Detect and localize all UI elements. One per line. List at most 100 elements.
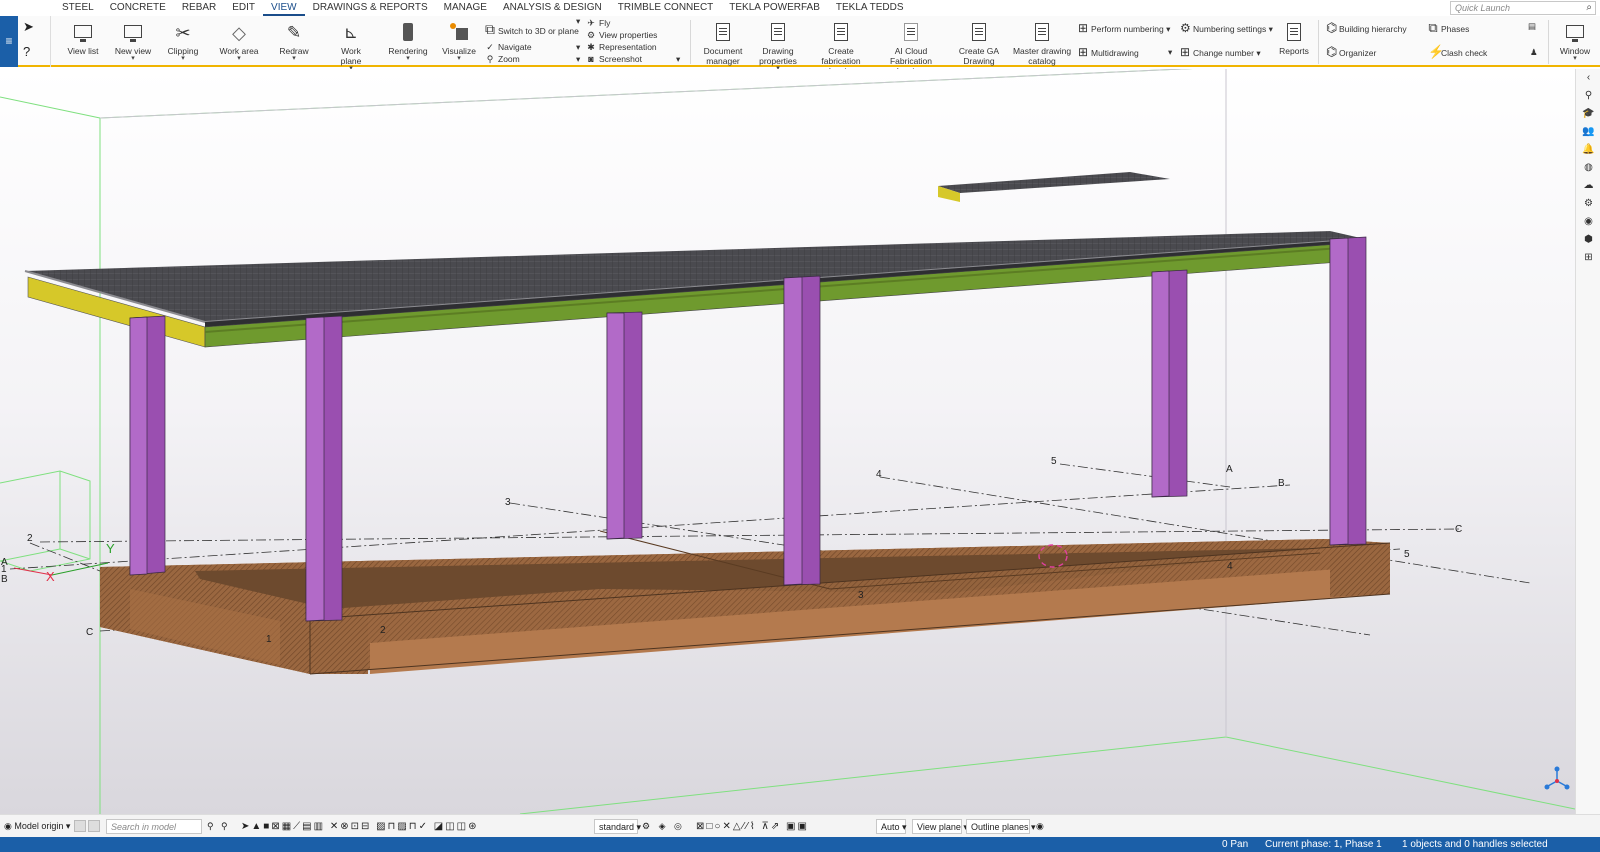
plane-auto-select[interactable]: Auto ▾ (876, 819, 907, 834)
reports-button[interactable]: Reports (1278, 16, 1310, 67)
toolbar-toggle-1[interactable] (74, 820, 86, 832)
perform-numbering-label: Perform numbering (1091, 24, 1164, 34)
model-origin-select[interactable]: ◉ Model origin ▾ (4, 819, 70, 834)
status-bar: 0 Pan Current phase: 1, Phase 1 1 object… (0, 837, 1600, 852)
notification-bell-icon[interactable]: 🔔 (1576, 141, 1600, 159)
model-viewport[interactable]: 3 4 5 A B C 1 2 3 4 5 2 A 1 B C Y X (0, 69, 1575, 814)
create-ga-label-1: Create GA (958, 46, 1000, 56)
zoom-button[interactable]: ⚲ Zoom (485, 53, 520, 65)
tab-analysis-design[interactable]: ANALYSIS & DESIGN (495, 0, 610, 16)
visualize-button[interactable]: Visualize ▾ (440, 16, 478, 67)
model-origin-box (0, 470, 91, 572)
tab-view[interactable]: VIEW (263, 0, 305, 16)
rendering-button[interactable]: Rendering ▾ (386, 16, 430, 67)
outline-planes-select[interactable]: Outline planes ▾ (966, 819, 1036, 834)
work-area-button[interactable]: ◇ Work area ▾ (218, 16, 260, 67)
building-hierarchy-label: Building hierarchy (1339, 24, 1407, 34)
status-current-phase: Current phase: 1, Phase 1 (1265, 839, 1382, 850)
selection-switches[interactable]: ➤▲■⊠▦⟋▤▥ ✕⊗⊡⊟ ▨⊓▨⊓✓ ◪◫◫⊛ (241, 819, 479, 834)
organizer-button[interactable]: ⌬ Organizer (1326, 45, 1377, 58)
select-arrow-icon[interactable]: ➤ (23, 19, 34, 35)
quick-launch-input[interactable]: Quick Launch ⌕ (1450, 1, 1596, 15)
document-manager-icon (712, 22, 734, 44)
phases-button[interactable]: ⧉ Phases (1428, 21, 1469, 34)
cloud-icon[interactable]: ☁ (1576, 177, 1600, 195)
grid-label-3-top: 3 (505, 497, 511, 508)
auto-label: Auto (881, 822, 900, 832)
new-view-button[interactable]: New view ▾ (114, 16, 152, 67)
person-icon[interactable]: ♟ (1530, 46, 1538, 58)
learning-icon[interactable]: 🎓 (1576, 105, 1600, 123)
fabrication-drawing-icon (830, 22, 852, 44)
drawing-properties-icon (767, 22, 789, 44)
snap-settings[interactable]: ⚙ ◈ ◎ (642, 819, 685, 834)
ribbon-separator (1318, 20, 1319, 64)
drawing-properties-button[interactable]: Drawing properties ▾ (756, 16, 800, 72)
search-in-model-input[interactable]: Search in model (106, 819, 202, 834)
multidrawing-button[interactable]: ⊞ Multidrawing (1078, 46, 1139, 58)
collapse-chevron-icon[interactable]: ‹ (1576, 69, 1600, 87)
create-ga-drawing-button[interactable]: Create GA Drawing (956, 16, 1002, 67)
tab-drawings-reports[interactable]: DRAWINGS & REPORTS (305, 0, 436, 16)
search-icon[interactable]: ⚲ (207, 819, 214, 834)
settings-gear-icon[interactable]: ⚙ (1576, 195, 1600, 213)
view-plane-select[interactable]: View plane ▾ (912, 819, 968, 834)
tab-manage[interactable]: MANAGE (436, 0, 495, 16)
fly-label: Fly (599, 18, 611, 28)
perform-numbering-button[interactable]: ⊞ Perform numbering ▾ (1078, 22, 1170, 34)
view-axis-gizmo[interactable] (1544, 766, 1570, 790)
document-manager-button[interactable]: Document manager (700, 16, 746, 67)
add-component-icon[interactable]: ⊞ (1576, 249, 1600, 267)
window-button[interactable]: Window ▾ (1554, 16, 1596, 67)
search-options-icon[interactable]: ⚲ (221, 819, 228, 834)
tab-rebar[interactable]: REBAR (174, 0, 224, 16)
building-hierarchy-button[interactable]: ⌬ Building hierarchy (1326, 21, 1407, 34)
fly-button[interactable]: ✈ Fly (586, 17, 610, 29)
redraw-button[interactable]: ✎ Redraw ▾ (276, 16, 312, 67)
tab-edit[interactable]: EDIT (224, 0, 263, 16)
master-drawing-catalog-button[interactable]: Master drawing catalog (1012, 16, 1072, 67)
grid-label-a-right: A (1226, 464, 1233, 475)
work-plane-button[interactable]: ⊾ Work plane ▾ (330, 16, 372, 72)
screenshot-label: Screenshot (599, 54, 642, 64)
toolbar-toggle-2[interactable] (88, 820, 100, 832)
view-list-button[interactable]: View list (66, 16, 100, 67)
eye-icon[interactable]: ◉ (1036, 819, 1044, 834)
redraw-icon: ✎ (286, 23, 302, 42)
cube-icon[interactable]: ⬢ (1576, 231, 1600, 249)
organizer-label: Organizer (1339, 48, 1377, 58)
properties-icon[interactable]: ⚲ (1576, 87, 1600, 105)
clash-check-button[interactable]: ⚡Clash check (1428, 45, 1487, 58)
clipping-button[interactable]: ✂ Clipping ▾ (164, 16, 202, 67)
representation-icon: ✱ (587, 42, 595, 52)
zoom-label: Zoom (498, 54, 520, 64)
view-properties-button[interactable]: ⚙ View properties (586, 29, 657, 41)
screenshot-button[interactable]: ◙ Screenshot (586, 53, 642, 65)
change-number-button[interactable]: ⊞ Change number ▾ (1180, 46, 1261, 58)
numbering-icon: ⊞ (1078, 21, 1089, 35)
ai-cloud-fabrication-button[interactable]: AI Cloud Fabrication drawings ▾ (876, 16, 946, 82)
layers-icon[interactable]: ◉ (1576, 213, 1600, 231)
numbering-settings-button[interactable]: ⚙ Numbering settings ▾ (1180, 22, 1273, 34)
navigate-button[interactable]: ✓ Navigate (485, 41, 531, 53)
create-fabrication-drawing-button[interactable]: Create fabrication drawing ▾ (810, 16, 872, 82)
tab-trimble-connect[interactable]: TRIMBLE CONNECT (610, 0, 722, 16)
chevron-down-icon[interactable]: ▾ (1168, 46, 1178, 58)
snap-switches[interactable]: ⊠□○✕△⁄⁄⌇ ⊼⇗ ▣▣ (696, 819, 809, 834)
chevron-down-icon[interactable]: ▾ (676, 53, 686, 65)
ribbon: ≡ ➤ ? View list New view ▾ ✂ Clipping ▾ … (0, 16, 1600, 82)
users-icon[interactable]: 👥 (1576, 123, 1600, 141)
globe-icon[interactable]: ◍ (1576, 159, 1600, 177)
tab-concrete[interactable]: CONCRETE (102, 0, 174, 16)
switch-3d-button[interactable]: ⧉ Switch to 3D or plane (485, 22, 579, 36)
help-pointer-icon[interactable]: ? (23, 44, 30, 59)
clipboard-icon[interactable]: ▤ (1528, 20, 1536, 32)
tab-steel[interactable]: STEEL (54, 0, 102, 16)
work-plane-icon: ⊾ (343, 23, 359, 42)
outline-planes-label: Outline planes (971, 822, 1029, 832)
file-menu-button[interactable]: ≡ (0, 16, 18, 67)
tab-tekla-tedds[interactable]: TEKLA TEDDS (828, 0, 912, 16)
tab-tekla-powerfab[interactable]: TEKLA POWERFAB (721, 0, 828, 16)
representation-button[interactable]: ✱ Representation (586, 41, 656, 53)
selection-filter-select[interactable]: standard ▾ (594, 819, 641, 834)
